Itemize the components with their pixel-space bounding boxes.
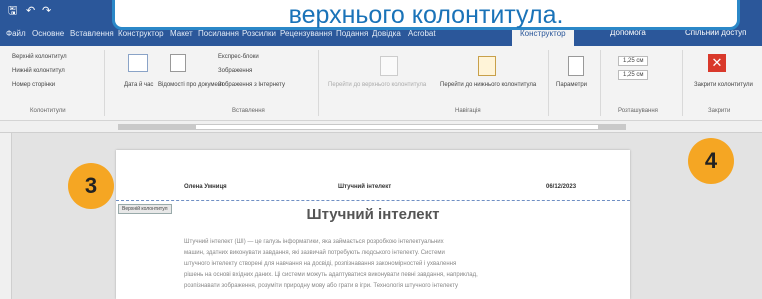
body-line[interactable]: штучного інтелекту створені для навчання… (184, 260, 584, 268)
goto-header-button[interactable]: Перейти до верхнього колонтитула (328, 82, 426, 88)
options-icon (568, 56, 584, 76)
body-line[interactable]: машин, здатних виконувати завдання, які … (184, 249, 584, 257)
instruction-callout: верхнього колонтитула. (112, 0, 740, 30)
pictures-button[interactable]: Зображення (218, 68, 252, 74)
close-header-footer-button[interactable]: Закрити колонтитули (694, 82, 753, 88)
step-marker-4: 4 (688, 138, 734, 184)
online-pictures-button[interactable]: Зображення з Інтернету (218, 82, 285, 88)
tab-insert[interactable]: Вставлення (70, 29, 114, 38)
document-info-button[interactable]: Відомості про документ (158, 82, 224, 88)
tab-references[interactable]: Посилання (198, 29, 239, 38)
tab-mailings[interactable]: Розсилки (242, 29, 276, 38)
header-center-text[interactable]: Штучний інтелект (338, 184, 391, 190)
header-boundary (116, 200, 630, 201)
group-separator (548, 50, 549, 116)
tab-design[interactable]: Конструктор (118, 29, 164, 38)
document-page[interactable]: Олена Умниця Штучний інтелект 06/12/2023… (116, 150, 630, 299)
step-marker-3: 3 (68, 163, 114, 209)
body-line[interactable]: рішень на основі вхідних даних. Ці систе… (184, 271, 584, 279)
group-label-close: Закрити (708, 108, 731, 114)
document-title[interactable]: Штучний інтелект (116, 206, 630, 223)
group-label-header-footer: Колонтитули (30, 108, 66, 114)
tab-file[interactable]: Файл (6, 29, 26, 38)
undo-icon[interactable]: ↶ (26, 4, 35, 18)
goto-header-icon (380, 56, 398, 76)
tab-review[interactable]: Рецензування (280, 29, 332, 38)
header-right-text[interactable]: 06/12/2023 (546, 184, 576, 190)
date-time-button[interactable]: Дата й час (124, 82, 153, 88)
tab-help[interactable]: Довідка (372, 29, 401, 38)
group-separator (600, 50, 601, 116)
tab-view[interactable]: Подання (336, 29, 368, 38)
document-info-icon (170, 54, 186, 72)
goto-footer-button[interactable]: Перейти до нижнього колонтитула (440, 82, 536, 88)
group-separator (682, 50, 683, 116)
header-dropdown[interactable]: Верхній колонтитул (12, 54, 67, 60)
ribbon-body: Верхній колонтитул Нижній колонтитул Ном… (0, 46, 762, 121)
footer-position-input[interactable]: 1,25 см (618, 70, 649, 80)
header-position-input[interactable]: 1,25 см (618, 56, 649, 66)
tab-home[interactable]: Основне (32, 29, 64, 38)
ruler-left-margin (118, 124, 196, 130)
body-line[interactable]: Штучний інтелект (ШІ) — це галузь інформ… (184, 238, 584, 246)
goto-footer-icon (478, 56, 496, 76)
tab-acrobat[interactable]: Acrobat (408, 29, 436, 38)
group-label-position: Розташування (618, 108, 658, 114)
group-label-navigation: Навігація (455, 108, 481, 114)
group-separator (104, 50, 105, 116)
header-left-text[interactable]: Олена Умниця (184, 184, 227, 190)
options-button[interactable]: Параметри (556, 82, 587, 88)
calendar-icon (128, 54, 148, 72)
close-icon: ✕ (708, 54, 726, 72)
ruler-right-margin (598, 124, 626, 130)
group-label-insert: Вставлення (232, 108, 265, 114)
body-line[interactable]: розпізнавати зображення, розуміти природ… (184, 282, 584, 290)
quick-parts-button[interactable]: Експрес-блоки (218, 54, 259, 60)
page-number-dropdown[interactable]: Номер сторінки (12, 82, 55, 88)
word-window: 🖫 ↶ ↷ Файл Основне Вставлення Конструкто… (0, 0, 762, 299)
redo-icon[interactable]: ↷ (42, 4, 51, 18)
callout-text: верхнього колонтитула. (288, 1, 564, 29)
tab-layout[interactable]: Макет (170, 29, 193, 38)
footer-dropdown[interactable]: Нижній колонтитул (12, 68, 65, 74)
horizontal-ruler[interactable] (0, 121, 762, 133)
group-separator (318, 50, 319, 116)
save-icon[interactable]: 🖫 (8, 4, 17, 18)
vertical-ruler[interactable] (0, 133, 12, 299)
